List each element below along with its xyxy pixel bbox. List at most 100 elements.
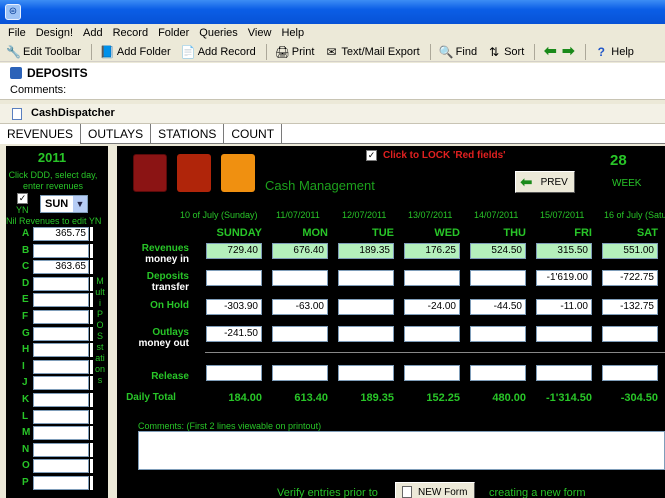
toolbar-separator (534, 43, 536, 60)
add-record-button[interactable]: 📄 Add Record (181, 45, 256, 59)
new-form-button[interactable]: NEW Form (395, 482, 475, 498)
station-revenue-input[interactable] (33, 442, 89, 457)
day-select[interactable]: SUN ▼ (40, 195, 88, 213)
sort-button[interactable]: ⇅ Sort (487, 45, 524, 59)
station-revenue-input[interactable] (33, 476, 89, 490)
day-label: FRI (574, 227, 592, 239)
app-icon[interactable]: ⊜ (5, 4, 21, 20)
daily-total-value: -304.50 (620, 392, 658, 404)
day-label: TUE (372, 227, 394, 239)
document-icon (402, 486, 412, 498)
date-label: 12/07/2011 (342, 210, 387, 220)
station-revenue-input[interactable] (33, 343, 89, 358)
outlays-cell[interactable] (470, 326, 526, 342)
station-revenue-input[interactable] (33, 459, 89, 474)
station-letter: J (22, 377, 28, 389)
station-revenue-input[interactable] (33, 276, 89, 291)
revenues-cell[interactable]: 551.00 (602, 243, 658, 259)
menu-add[interactable]: Add (79, 27, 109, 39)
help-icon: ? (597, 44, 605, 59)
menu-folder[interactable]: Folder (154, 27, 195, 39)
menu-queries[interactable]: Queries (195, 27, 244, 39)
outlays-cell[interactable] (272, 326, 328, 342)
station-revenue-input[interactable] (33, 293, 89, 308)
station-marker (90, 227, 93, 241)
station-revenue-input[interactable] (33, 426, 89, 441)
forward-button[interactable]: ➡ (561, 43, 575, 59)
on-hold-cell[interactable]: -44.50 (470, 299, 526, 315)
menu-file[interactable]: File (4, 27, 32, 39)
release-cell[interactable] (404, 365, 460, 381)
deposits-cell[interactable]: -722.75 (602, 270, 658, 286)
multi-pos-label: Multi POS stations (95, 276, 106, 385)
outlays-cell[interactable] (536, 326, 592, 342)
on-hold-cell[interactable]: -132.75 (602, 299, 658, 315)
edit-toolbar-button[interactable]: 🔧 Edit Toolbar (6, 45, 81, 59)
on-hold-cell[interactable]: -63.00 (272, 299, 328, 315)
add-folder-button[interactable]: 📘 Add Folder (100, 45, 171, 59)
on-hold-cell[interactable]: -303.90 (206, 299, 262, 315)
revenues-cell[interactable]: 524.50 (470, 243, 526, 259)
deposits-cell[interactable] (470, 270, 526, 286)
station-revenue-input[interactable] (33, 393, 89, 407)
form-title: CashDispatcher (31, 107, 115, 119)
deposits-cell[interactable] (404, 270, 460, 286)
prev-button[interactable]: ⬅ PREV (515, 171, 575, 193)
chevron-down-icon[interactable]: ▼ (73, 196, 87, 212)
menu-view[interactable]: View (244, 27, 278, 39)
comments-textarea[interactable] (138, 431, 665, 470)
outlays-cell[interactable] (404, 326, 460, 342)
release-cell[interactable] (602, 365, 658, 381)
revenues-cell[interactable]: 729.40 (206, 243, 262, 259)
station-revenue-input[interactable] (33, 310, 89, 324)
release-cell[interactable] (206, 365, 262, 381)
outlays-cell[interactable] (338, 326, 394, 342)
deposits-cell[interactable]: -1'619.00 (536, 270, 592, 286)
deposits-cell[interactable] (338, 270, 394, 286)
tab-stations[interactable]: STATIONS (151, 124, 225, 144)
release-cell[interactable] (536, 365, 592, 381)
revenues-cell[interactable]: 176.25 (404, 243, 460, 259)
outlays-cell[interactable]: -241.50 (206, 326, 262, 342)
station-revenue-input[interactable] (33, 243, 89, 258)
release-cell[interactable] (470, 365, 526, 381)
station-letter: H (22, 344, 30, 356)
station-revenue-input[interactable] (33, 409, 89, 424)
new-form-button-label: NEW Form (418, 486, 468, 498)
station-revenue-input[interactable] (33, 359, 89, 374)
form-icon (12, 108, 22, 120)
release-cell[interactable] (338, 365, 394, 381)
tab-outlays[interactable]: OUTLAYS (81, 124, 152, 144)
revenues-cell[interactable]: 676.40 (272, 243, 328, 259)
revenues-cell[interactable]: 315.50 (536, 243, 592, 259)
print-button[interactable]: 🖨 Print (275, 45, 315, 59)
deposits-cell[interactable] (272, 270, 328, 286)
station-letter: D (22, 277, 30, 289)
find-button[interactable]: 🔍 Find (439, 45, 477, 59)
date-label: 16 of July (Saturday) (604, 210, 665, 220)
release-cell[interactable] (272, 365, 328, 381)
on-hold-cell[interactable]: -11.00 (536, 299, 592, 315)
outlays-cell[interactable] (602, 326, 658, 342)
menu-help[interactable]: Help (277, 27, 310, 39)
color-swatch-dark-red (133, 154, 167, 192)
deposits-cell[interactable] (206, 270, 262, 286)
tab-revenues[interactable]: REVENUES (0, 124, 82, 144)
station-letter: K (22, 394, 30, 405)
on-hold-cell[interactable]: -24.00 (404, 299, 460, 315)
lock-checkbox[interactable]: ✓ (366, 150, 377, 161)
station-revenue-input[interactable] (33, 326, 89, 341)
help-button[interactable]: ? Help (594, 45, 634, 59)
yn-checkbox[interactable]: ✓ (17, 193, 28, 204)
menu-design[interactable]: Design! (32, 27, 79, 39)
back-button[interactable]: ⬅ (543, 43, 557, 59)
station-revenue-input[interactable] (33, 376, 89, 391)
station-revenue-input[interactable]: 365.75 (33, 227, 89, 241)
station-marker (90, 426, 93, 441)
revenues-cell[interactable]: 189.35 (338, 243, 394, 259)
tab-count[interactable]: COUNT (224, 124, 283, 144)
export-button[interactable]: ✉ Text/Mail Export (324, 45, 419, 59)
on-hold-cell[interactable] (338, 299, 394, 315)
station-revenue-input[interactable]: 363.65 (33, 260, 89, 275)
menu-record[interactable]: Record (109, 27, 154, 39)
